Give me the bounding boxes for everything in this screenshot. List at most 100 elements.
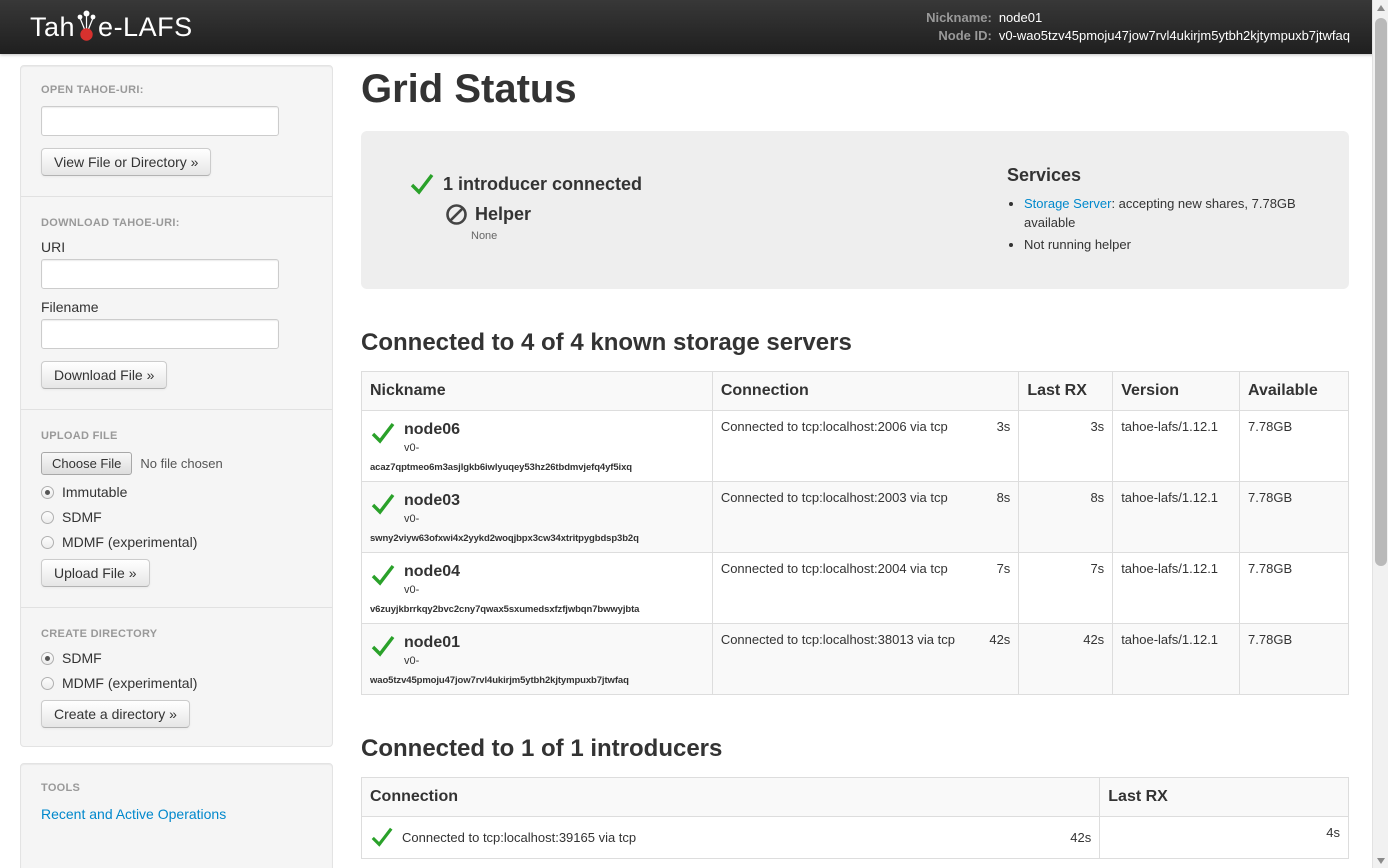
server-nickname: node04 — [370, 561, 704, 583]
file-chosen-status: No file chosen — [140, 456, 222, 471]
upload-file-button[interactable]: Upload File » — [41, 559, 150, 587]
vertical-scrollbar[interactable] — [1372, 0, 1388, 868]
table-row: node01 v0- wao5tzv45pmoju47jow7rvl4ukirj… — [362, 624, 1349, 695]
server-nickname: node06 — [370, 419, 704, 441]
radio-upload-sdmf[interactable]: SDMF — [41, 509, 312, 525]
server-id-prefix: v0- — [404, 441, 704, 456]
actions-panel: OPEN TAHOE-URI: View File or Directory »… — [20, 65, 333, 747]
divider — [21, 607, 332, 608]
check-icon — [370, 825, 394, 849]
connection-age: 42s — [1070, 830, 1091, 845]
grid-status-well: 1 introducer connected Helper None Servi… — [361, 131, 1349, 289]
nickname-cell: node03 v0- swny2viyw63ofxwi4x2yykd2woqjb… — [362, 482, 713, 553]
connection-text: Connected to tcp:localhost:2004 via tcp — [721, 561, 948, 576]
nickname-cell: node01 v0- wao5tzv45pmoju47jow7rvl4ukirj… — [362, 624, 713, 695]
open-uri-input[interactable] — [41, 106, 279, 136]
connection-text: Connected to tcp:localhost:38013 via tcp — [721, 632, 955, 647]
recent-operations-link[interactable]: Recent and Active Operations — [41, 806, 226, 822]
divider — [21, 409, 332, 410]
table-header-row: Nickname Connection Last RX Version Avai… — [362, 372, 1349, 411]
no-helper-text: Not running helper — [1024, 237, 1131, 252]
check-icon — [370, 491, 396, 517]
download-uri-input[interactable] — [41, 259, 279, 289]
open-tahoe-uri-label: OPEN TAHOE-URI: — [41, 84, 312, 96]
radio-button-icon[interactable] — [41, 652, 54, 665]
nickname-cell: node06 v0- acaz7qptmeo6m3asjlgkb6iwlyuqe… — [362, 411, 713, 482]
radio-button-icon[interactable] — [41, 511, 54, 524]
scrollbar-down-arrow-icon[interactable] — [1373, 852, 1388, 868]
connection-text: Connected to tcp:localhost:39165 via tcp — [402, 830, 1062, 845]
filename-field-label: Filename — [41, 299, 312, 315]
view-file-button[interactable]: View File or Directory » — [41, 148, 211, 176]
radio-immutable[interactable]: Immutable — [41, 484, 312, 500]
nickname-label: Nickname: — [926, 10, 992, 26]
radio-mkdir-sdmf[interactable]: SDMF — [41, 650, 312, 666]
node-identity: Nickname: node01 Node ID: v0-wao5tzv45pm… — [926, 10, 1350, 44]
last-rx-cell: 7s — [1019, 553, 1113, 624]
radio-upload-mdmf-label: MDMF (experimental) — [62, 534, 197, 550]
service-item-storage: Storage Server: accepting new shares, 7.… — [1024, 194, 1329, 232]
available-cell: 7.78GB — [1240, 411, 1349, 482]
scrollbar-thumb[interactable] — [1375, 18, 1387, 566]
col-last-rx: Last RX — [1100, 778, 1349, 817]
download-filename-input[interactable] — [41, 319, 279, 349]
main-content: Grid Status 1 introducer connected Helpe… — [361, 65, 1349, 868]
available-cell: 7.78GB — [1240, 624, 1349, 695]
radio-mkdir-sdmf-label: SDMF — [62, 650, 102, 666]
radio-button-icon[interactable] — [41, 536, 54, 549]
tools-label: TOOLS — [41, 782, 312, 794]
tools-panel: TOOLS Recent and Active Operations — [20, 763, 333, 868]
available-cell: 7.78GB — [1240, 553, 1349, 624]
col-available: Available — [1240, 372, 1349, 411]
introducers-heading: Connected to 1 of 1 introducers — [361, 735, 1349, 763]
no-helper-icon — [445, 203, 468, 226]
brand-text-suffix: e-LAFS — [98, 12, 193, 43]
divider — [21, 196, 332, 197]
choose-file-button[interactable]: Choose File — [41, 452, 132, 475]
brand-text-prefix: Tah — [30, 12, 75, 43]
server-id-prefix: v0- — [404, 512, 704, 527]
connection-cell: Connected to tcp:localhost:39165 via tcp… — [362, 817, 1100, 859]
col-connection: Connection — [362, 778, 1100, 817]
brand-link[interactable]: Tah e-LAFS — [30, 8, 193, 46]
download-tahoe-uri-label: DOWNLOAD TAHOE-URI: — [41, 217, 312, 229]
introducer-status-text: 1 introducer connected — [443, 174, 642, 195]
download-file-button[interactable]: Download File » — [41, 361, 167, 389]
radio-mkdir-mdmf[interactable]: MDMF (experimental) — [41, 675, 312, 691]
version-cell: tahoe-lafs/1.12.1 — [1113, 482, 1240, 553]
col-version: Version — [1113, 372, 1240, 411]
connection-cell: 8sConnected to tcp:localhost:2003 via tc… — [712, 482, 1019, 553]
server-id: acaz7qptmeo6m3asjlgkb6iwlyuqey53hz26tbdm… — [370, 456, 704, 473]
node-id-label: Node ID: — [926, 28, 992, 44]
radio-button-icon[interactable] — [41, 486, 54, 499]
server-nickname: node01 — [370, 632, 704, 654]
check-icon — [409, 171, 435, 197]
grid-health-summary: 1 introducer connected Helper None — [409, 153, 1007, 267]
connection-age: 8s — [997, 490, 1011, 505]
radio-upload-mdmf[interactable]: MDMF (experimental) — [41, 534, 312, 550]
radio-mkdir-mdmf-label: MDMF (experimental) — [62, 675, 197, 691]
sidebar: OPEN TAHOE-URI: View File or Directory »… — [20, 65, 333, 868]
version-cell: tahoe-lafs/1.12.1 — [1113, 411, 1240, 482]
connection-age: 7s — [997, 561, 1011, 576]
servers-heading: Connected to 4 of 4 known storage server… — [361, 329, 1349, 357]
available-cell: 7.78GB — [1240, 482, 1349, 553]
connection-text: Connected to tcp:localhost:2006 via tcp — [721, 419, 948, 434]
radio-button-icon[interactable] — [41, 677, 54, 690]
version-cell: tahoe-lafs/1.12.1 — [1113, 553, 1240, 624]
table-row: node04 v0- v6zuyjkbrrkqy2bvc2cny7qwax5sx… — [362, 553, 1349, 624]
version-cell: tahoe-lafs/1.12.1 — [1113, 624, 1240, 695]
page-title: Grid Status — [361, 65, 1349, 113]
scrollbar-up-arrow-icon[interactable] — [1373, 0, 1388, 16]
nickname-cell: node04 v0- v6zuyjkbrrkqy2bvc2cny7qwax5sx… — [362, 553, 713, 624]
check-icon — [370, 562, 396, 588]
storage-server-link[interactable]: Storage Server — [1024, 196, 1111, 211]
last-rx-cell: 3s — [1019, 411, 1113, 482]
table-row: node03 v0- swny2viyw63ofxwi4x2yykd2woqjb… — [362, 482, 1349, 553]
col-nickname: Nickname — [362, 372, 713, 411]
check-icon — [370, 633, 396, 659]
top-navbar: Tah e-LAFS Nickname: node01 Node ID: v0-… — [0, 0, 1388, 54]
create-directory-button[interactable]: Create a directory » — [41, 700, 190, 728]
radio-upload-sdmf-label: SDMF — [62, 509, 102, 525]
last-rx-cell: 4s — [1100, 817, 1349, 859]
